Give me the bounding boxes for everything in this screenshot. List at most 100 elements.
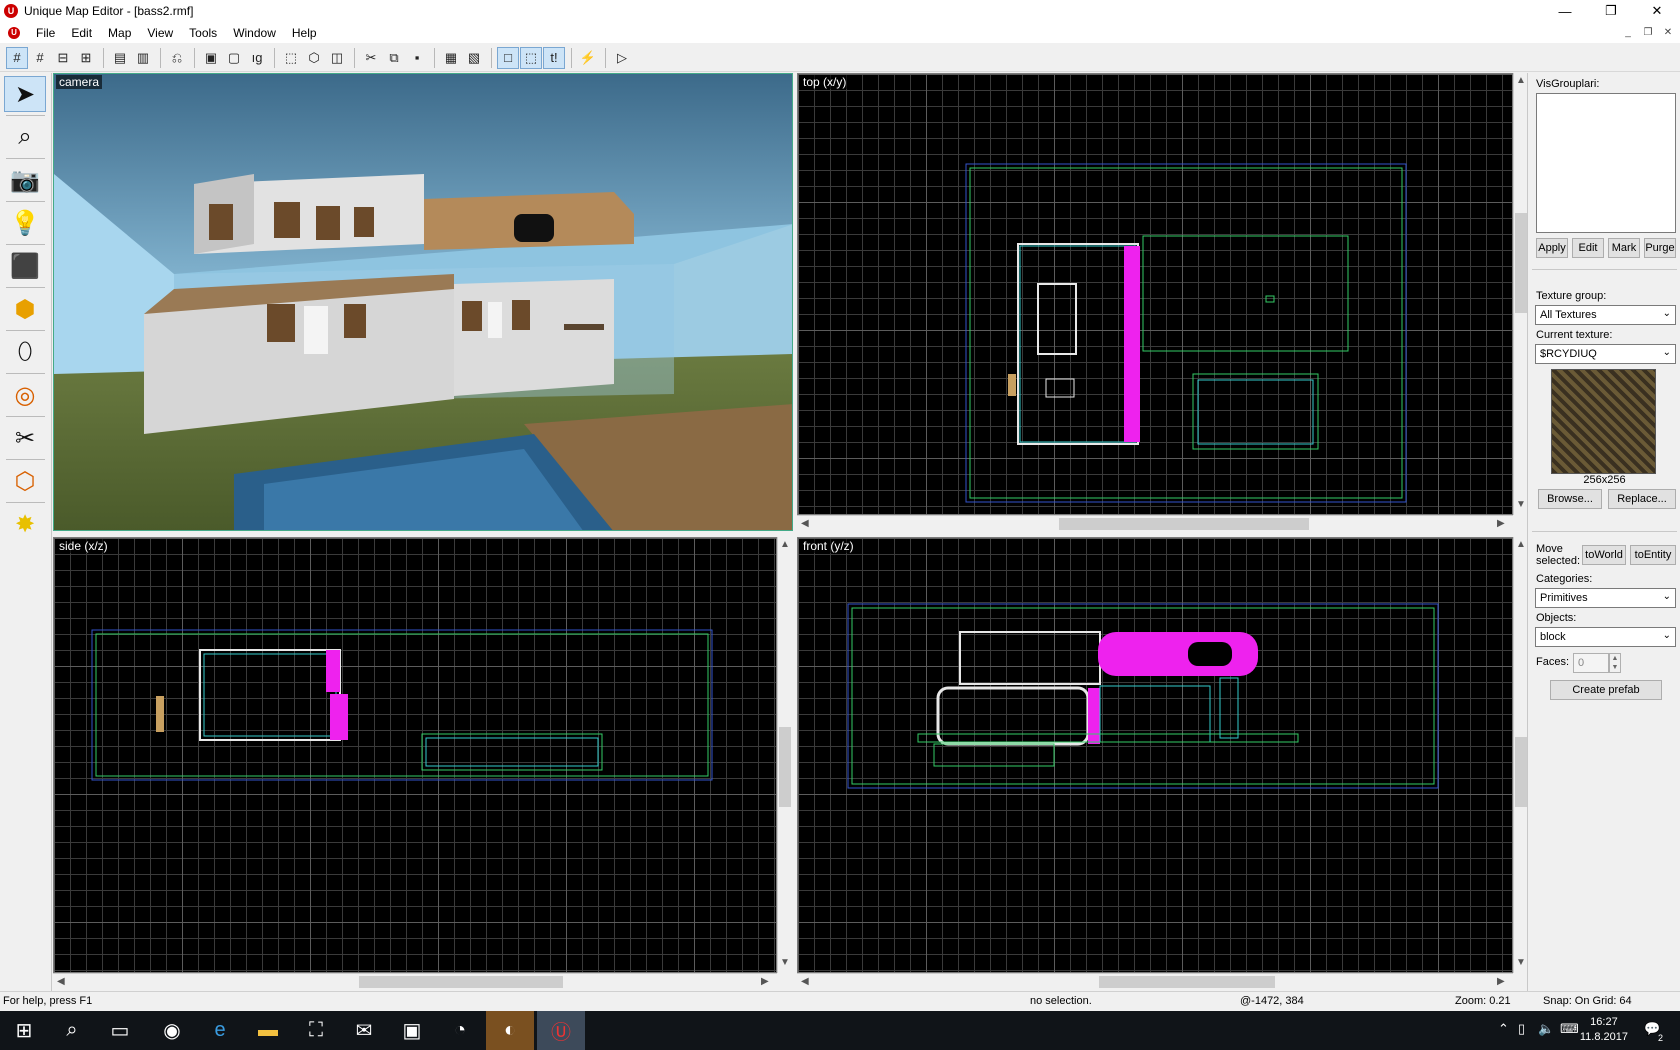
toggle-handles-icon[interactable]: t!	[543, 46, 565, 69]
magnify-tool-icon[interactable]: ⌕	[4, 119, 46, 155]
chevron-down-icon: ⌄	[1662, 347, 1671, 358]
grid-toggle-icon[interactable]: #	[6, 46, 28, 69]
side-viewport-vscroll[interactable]: ▲ ▼	[777, 537, 791, 973]
create-prefab-button[interactable]: Create prefab	[1550, 680, 1662, 700]
menu-window[interactable]: Window	[225, 26, 284, 40]
chevron-down-icon: ⌄	[1662, 591, 1671, 602]
edge-icon[interactable]: e	[196, 1011, 244, 1050]
grid-smaller-icon[interactable]: ⊟	[52, 47, 74, 69]
mail-icon[interactable]: ✉	[340, 1011, 388, 1050]
hide-unselected-icon[interactable]: ⬡	[303, 47, 325, 69]
hide-selected-icon[interactable]: ⬚	[280, 47, 302, 69]
to-world-button[interactable]: toWorld	[1582, 545, 1626, 565]
taskbar-clock[interactable]: 16:27 11.8.2017	[1580, 1015, 1628, 1045]
visgroup-purge-button[interactable]: Purge	[1644, 238, 1676, 258]
faces-input[interactable]: 0	[1573, 653, 1609, 673]
texture-lock-icon[interactable]: ▦	[440, 47, 462, 69]
close-button[interactable]: ✕	[1634, 0, 1680, 22]
visgroup-apply-button[interactable]: Apply	[1536, 238, 1568, 258]
windows-taskbar: ⊞ ⌕ ▭ ◉ e ▬ ⛶ ✉ ▣ ◔ ◐ Ⓤ ⌃ ▯ 🔈 ⌨ 16:27 11…	[0, 1011, 1680, 1050]
copy-icon[interactable]: ⧉	[383, 47, 405, 69]
camera-tool-icon[interactable]: 📷	[4, 162, 46, 198]
visgroups-label: VisGrouplari:	[1536, 78, 1600, 90]
texture-scale-lock-icon[interactable]: ▧	[463, 47, 485, 69]
minimize-button[interactable]: —	[1542, 0, 1588, 22]
menu-file[interactable]: File	[28, 26, 63, 40]
document-icon[interactable]: U	[8, 26, 20, 39]
load-window-icon[interactable]: ▤	[109, 47, 131, 69]
clipping-tool-icon[interactable]: ✂	[4, 420, 46, 456]
grid-larger-icon[interactable]: ⊞	[75, 47, 97, 69]
selection-tool-icon[interactable]: ➤	[4, 76, 46, 112]
start-windows-icon[interactable]: ⊞	[0, 1011, 48, 1050]
entity-tool-icon[interactable]: 💡	[4, 205, 46, 241]
visgroup-mark-button[interactable]: Mark	[1608, 238, 1640, 258]
faces-label: Faces:	[1536, 656, 1570, 668]
mdi-close-icon[interactable]: ✕	[1660, 25, 1676, 39]
keyboard-icon[interactable]: ⌨	[1560, 1021, 1579, 1037]
chrome-icon[interactable]: ◉	[148, 1011, 196, 1050]
search-icon[interactable]: ⌕	[48, 1011, 96, 1050]
run-map-icon[interactable]: ▷	[611, 47, 633, 69]
cut-icon[interactable]: ✂	[360, 47, 382, 69]
objects-label: Objects:	[1536, 612, 1577, 624]
vertex-tool-icon[interactable]: ⬡	[4, 463, 46, 499]
media-icon[interactable]: ▣	[388, 1011, 436, 1050]
current-texture-select[interactable]: $RCYDIUQ ⌄	[1535, 344, 1676, 364]
objects-select[interactable]: block ⌄	[1535, 627, 1676, 647]
app-pinned-icon[interactable]: ◐	[486, 1011, 534, 1050]
group-icon[interactable]: ▣	[200, 47, 222, 69]
to-entity-button[interactable]: toEntity	[1630, 545, 1676, 565]
steam-icon[interactable]: ◔	[436, 1011, 484, 1050]
select-objects-icon[interactable]: □	[497, 46, 519, 69]
top-viewport-hscroll[interactable]: ◀ ▶	[797, 515, 1513, 531]
tray-chevron-up-icon[interactable]: ⌃	[1498, 1021, 1509, 1037]
maximize-button[interactable]: ❐	[1588, 0, 1634, 22]
visgroup-edit-button[interactable]: Edit	[1572, 238, 1604, 258]
front-viewport[interactable]: front (y/z)	[797, 537, 1513, 973]
decal-tool-icon[interactable]: ◎	[4, 377, 46, 413]
network-icon[interactable]: ▯	[1518, 1021, 1525, 1037]
top-viewport-vscroll[interactable]: ▲ ▼	[1513, 73, 1527, 515]
camera-viewport[interactable]: camera	[53, 73, 793, 531]
carve-icon[interactable]: ⚡	[577, 47, 599, 69]
categories-select[interactable]: Primitives ⌄	[1535, 588, 1676, 608]
task-view-icon[interactable]: ▭	[96, 1011, 144, 1050]
map-editor-taskbar-icon[interactable]: Ⓤ	[537, 1011, 585, 1050]
menu-help[interactable]: Help	[284, 26, 325, 40]
block-tool-icon[interactable]: ⬛	[4, 248, 46, 284]
side-viewport-hscroll[interactable]: ◀ ▶	[53, 973, 777, 989]
mdi-restore-icon[interactable]: ❐	[1640, 25, 1656, 39]
faces-spinner-icon[interactable]: ▲ ▼	[1609, 653, 1621, 673]
menu-edit[interactable]: Edit	[63, 26, 100, 40]
mdi-minimize-icon[interactable]: _	[1620, 25, 1636, 39]
ignore-grouping-icon[interactable]: ıg	[246, 47, 268, 69]
side-viewport[interactable]: side (x/z)	[53, 537, 777, 973]
apply-texture-icon[interactable]: ⬯	[4, 334, 46, 370]
file-explorer-icon[interactable]: ▬	[244, 1011, 292, 1050]
top-viewport[interactable]: top (x/y)	[797, 73, 1513, 515]
menu-view[interactable]: View	[139, 26, 181, 40]
select-faces-icon[interactable]: ⬚	[520, 46, 542, 69]
ungroup-icon[interactable]: ▢	[223, 47, 245, 69]
tool-palette: ➤ ⌕ 📷 💡 ⬛ ⬢ ⬯ ◎ ✂ ⬡ ✸	[0, 73, 52, 991]
volume-icon[interactable]: 🔈	[1538, 1021, 1554, 1037]
path-tool-icon[interactable]: ✸	[4, 506, 46, 542]
texture-preview	[1551, 369, 1656, 474]
grid-3d-icon[interactable]: #	[29, 47, 51, 69]
texture-group-select[interactable]: All Textures ⌄	[1535, 305, 1676, 325]
undo-icon[interactable]: ⎌	[166, 47, 188, 69]
front-viewport-vscroll[interactable]: ▲ ▼	[1513, 537, 1527, 973]
menu-map[interactable]: Map	[100, 26, 139, 40]
show-all-icon[interactable]: ◫	[326, 47, 348, 69]
front-viewport-hscroll[interactable]: ◀ ▶	[797, 973, 1513, 989]
menu-tools[interactable]: Tools	[181, 26, 225, 40]
paste-icon[interactable]: ▪	[406, 47, 428, 69]
top-view-label: top (x/y)	[800, 75, 850, 89]
save-window-icon[interactable]: ▥	[132, 47, 154, 69]
texture-replace-button[interactable]: Replace...	[1608, 489, 1676, 509]
visgroups-list[interactable]	[1536, 93, 1676, 233]
texture-application-icon[interactable]: ⬢	[4, 291, 46, 327]
store-icon[interactable]: ⛶	[292, 1011, 340, 1050]
texture-browse-button[interactable]: Browse...	[1538, 489, 1602, 509]
